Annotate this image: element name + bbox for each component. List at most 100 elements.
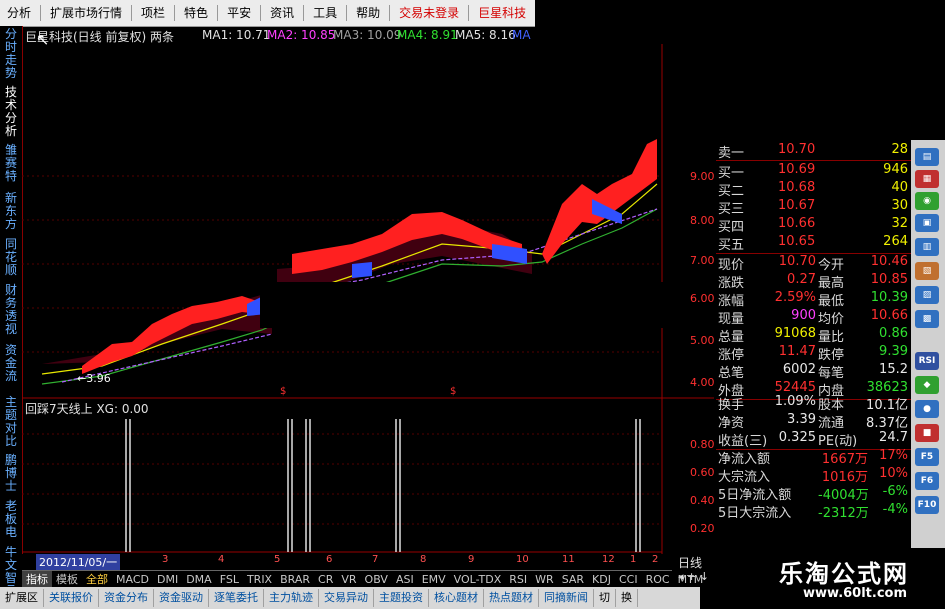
menu-help[interactable]: 帮助 bbox=[349, 0, 387, 26]
toolbar-icon[interactable]: ▣ bbox=[915, 214, 939, 232]
tab-tab5[interactable]: 同花顺 bbox=[3, 238, 19, 277]
tab-trix[interactable]: TRIX bbox=[243, 573, 276, 586]
tab-dma[interactable]: DMA bbox=[182, 573, 216, 586]
kline-chart[interactable]: ←3.96 $ $ bbox=[22, 44, 714, 554]
menu-news[interactable]: 资讯 bbox=[263, 0, 301, 26]
tab-wr[interactable]: WR bbox=[531, 573, 558, 586]
watermark-logo: 乐淘公式网 www.60lt.com bbox=[755, 548, 945, 609]
book-row-buy2: 买二 10.68 40 bbox=[718, 180, 908, 199]
book-label: 买五 bbox=[718, 238, 745, 253]
tab-sar[interactable]: SAR bbox=[558, 573, 588, 586]
f6-icon[interactable]: F6 bbox=[915, 472, 939, 490]
menu-pingan[interactable]: 平安 bbox=[220, 0, 258, 26]
book-volume: 40 bbox=[891, 180, 908, 195]
f5-icon[interactable]: F5 bbox=[915, 448, 939, 466]
tab-template[interactable]: 模板 bbox=[52, 571, 82, 587]
month-label: 2 bbox=[652, 554, 659, 565]
month-label: 8 bbox=[420, 554, 427, 565]
toolbar-icon[interactable]: ▨ bbox=[915, 286, 939, 304]
tab-mtm[interactable]: MTM bbox=[674, 573, 708, 586]
menu-extended-market[interactable]: 扩展市场行情 bbox=[43, 0, 129, 26]
toolbar-icon[interactable]: ■ bbox=[915, 424, 939, 442]
tab-brar[interactable]: BRAR bbox=[276, 573, 314, 586]
tab-hot-topic[interactable]: 热点题材 bbox=[484, 589, 539, 607]
book-price: 10.65 bbox=[778, 234, 816, 249]
tab-rsi[interactable]: RSI bbox=[505, 573, 531, 586]
tab-cci[interactable]: CCI bbox=[615, 573, 642, 586]
flow-row: 5日大宗流入 -2312万 -4% bbox=[718, 502, 908, 521]
swap-button[interactable]: 换 bbox=[616, 589, 638, 607]
menu-stock-name[interactable]: 巨星科技 bbox=[471, 0, 533, 26]
tab-tab3[interactable]: 雏赛特 bbox=[3, 144, 19, 183]
tab-compare[interactable]: 主题对比 bbox=[3, 396, 19, 448]
switch-button[interactable]: 切 bbox=[594, 589, 616, 607]
tab-tab9[interactable]: 鹏博士 bbox=[3, 454, 19, 493]
toolbar-icon[interactable]: ▥ bbox=[915, 238, 939, 256]
tab-capital-flow[interactable]: 资金流 bbox=[3, 344, 19, 383]
tab-tick-orders[interactable]: 逐笔委托 bbox=[209, 589, 264, 607]
tab-cr[interactable]: CR bbox=[314, 573, 337, 586]
menu-divider bbox=[389, 5, 391, 21]
menu-tools[interactable]: 工具 bbox=[306, 0, 344, 26]
tab-financial[interactable]: 财务透视 bbox=[3, 284, 19, 336]
tab-tab10[interactable]: 老板电 bbox=[3, 500, 19, 539]
month-label: 6 bbox=[326, 554, 333, 565]
price-axis-label: 9.00 bbox=[690, 170, 715, 183]
toolbar-icon[interactable]: ▧ bbox=[915, 262, 939, 280]
stat-row: 涨幅 2.59% 最低 10.39 bbox=[718, 290, 908, 309]
tab-indicator[interactable]: 指标 bbox=[22, 571, 52, 587]
indicator-signal-bars bbox=[125, 419, 641, 552]
price-axis-label: 4.00 bbox=[690, 376, 715, 389]
menu-features[interactable]: 特色 bbox=[177, 0, 215, 26]
menu-bar: 分析 扩展市场行情 项栏 特色 平安 资讯 工具 帮助 交易未登录 巨星科技 bbox=[0, 0, 535, 27]
toolbar-icon[interactable]: ▦ bbox=[915, 170, 939, 188]
tab-roc[interactable]: ROC bbox=[642, 573, 674, 586]
tab-capital-drive[interactable]: 资金驱动 bbox=[154, 589, 209, 607]
tab-tab11[interactable]: 牛文智品 bbox=[3, 546, 19, 586]
period-label[interactable]: 日线 bbox=[678, 554, 702, 571]
tab-intraday[interactable]: 分时走势 bbox=[3, 28, 19, 80]
ma4-label: MA4: 8.91 bbox=[397, 28, 458, 42]
tab-dmi[interactable]: DMI bbox=[153, 573, 182, 586]
tab-obv[interactable]: OBV bbox=[361, 573, 392, 586]
tab-core-topic[interactable]: 核心题材 bbox=[429, 589, 484, 607]
price-axis-label: 8.00 bbox=[690, 214, 715, 227]
tab-vol-tdx[interactable]: VOL-TDX bbox=[450, 573, 506, 586]
ma6-label: MA bbox=[512, 28, 531, 42]
tab-fsl[interactable]: FSL bbox=[216, 573, 243, 586]
tab-tab4[interactable]: 新东方 bbox=[3, 192, 19, 231]
date-cursor-label: 2012/11/05/一 bbox=[36, 554, 121, 570]
tab-emv[interactable]: EMV bbox=[418, 573, 450, 586]
tab-technical[interactable]: 技术分析 bbox=[3, 86, 19, 138]
toolbar-icon[interactable]: ▤ bbox=[915, 148, 939, 166]
price-axis-label: 7.00 bbox=[690, 254, 715, 267]
tab-vr[interactable]: VR bbox=[337, 573, 360, 586]
f10-icon[interactable]: F10 bbox=[915, 496, 939, 514]
tab-extension-area[interactable]: 扩展区 bbox=[0, 589, 44, 607]
stat-row: 现价 10.70 今开 10.46 bbox=[718, 254, 908, 273]
tab-theme-invest[interactable]: 主题投资 bbox=[374, 589, 429, 607]
toolbar-icon[interactable]: ◆ bbox=[915, 376, 939, 394]
book-volume: 32 bbox=[891, 216, 908, 231]
menu-divider bbox=[303, 5, 305, 21]
fin-row: 换手 1.09% 股本 10.1亿 bbox=[718, 394, 908, 413]
tab-trade-anomaly[interactable]: 交易异动 bbox=[319, 589, 374, 607]
menu-trade-login[interactable]: 交易未登录 bbox=[392, 0, 466, 26]
toolbar-icon[interactable]: ▩ bbox=[915, 310, 939, 328]
menu-columns[interactable]: 项栏 bbox=[134, 0, 172, 26]
tab-asi[interactable]: ASI bbox=[392, 573, 418, 586]
toolbar-icon[interactable]: ◉ bbox=[915, 192, 939, 210]
event-marker: $ bbox=[280, 386, 286, 397]
book-label: 买四 bbox=[718, 220, 745, 235]
tab-main-track[interactable]: 主力轨迹 bbox=[264, 589, 319, 607]
book-price: 10.68 bbox=[778, 180, 816, 195]
tab-all[interactable]: 全部 bbox=[82, 571, 112, 587]
menu-analysis[interactable]: 分析 bbox=[0, 0, 38, 26]
tab-news[interactable]: 同摘新闻 bbox=[539, 589, 594, 607]
toolbar-icon[interactable]: ● bbox=[915, 400, 939, 418]
rsi-icon[interactable]: RSI bbox=[915, 352, 939, 370]
tab-kdj[interactable]: KDJ bbox=[588, 573, 615, 586]
tab-related-quotes[interactable]: 关联报价 bbox=[44, 589, 99, 607]
tab-capital-distribution[interactable]: 资金分布 bbox=[99, 589, 154, 607]
tab-macd[interactable]: MACD bbox=[112, 573, 153, 586]
